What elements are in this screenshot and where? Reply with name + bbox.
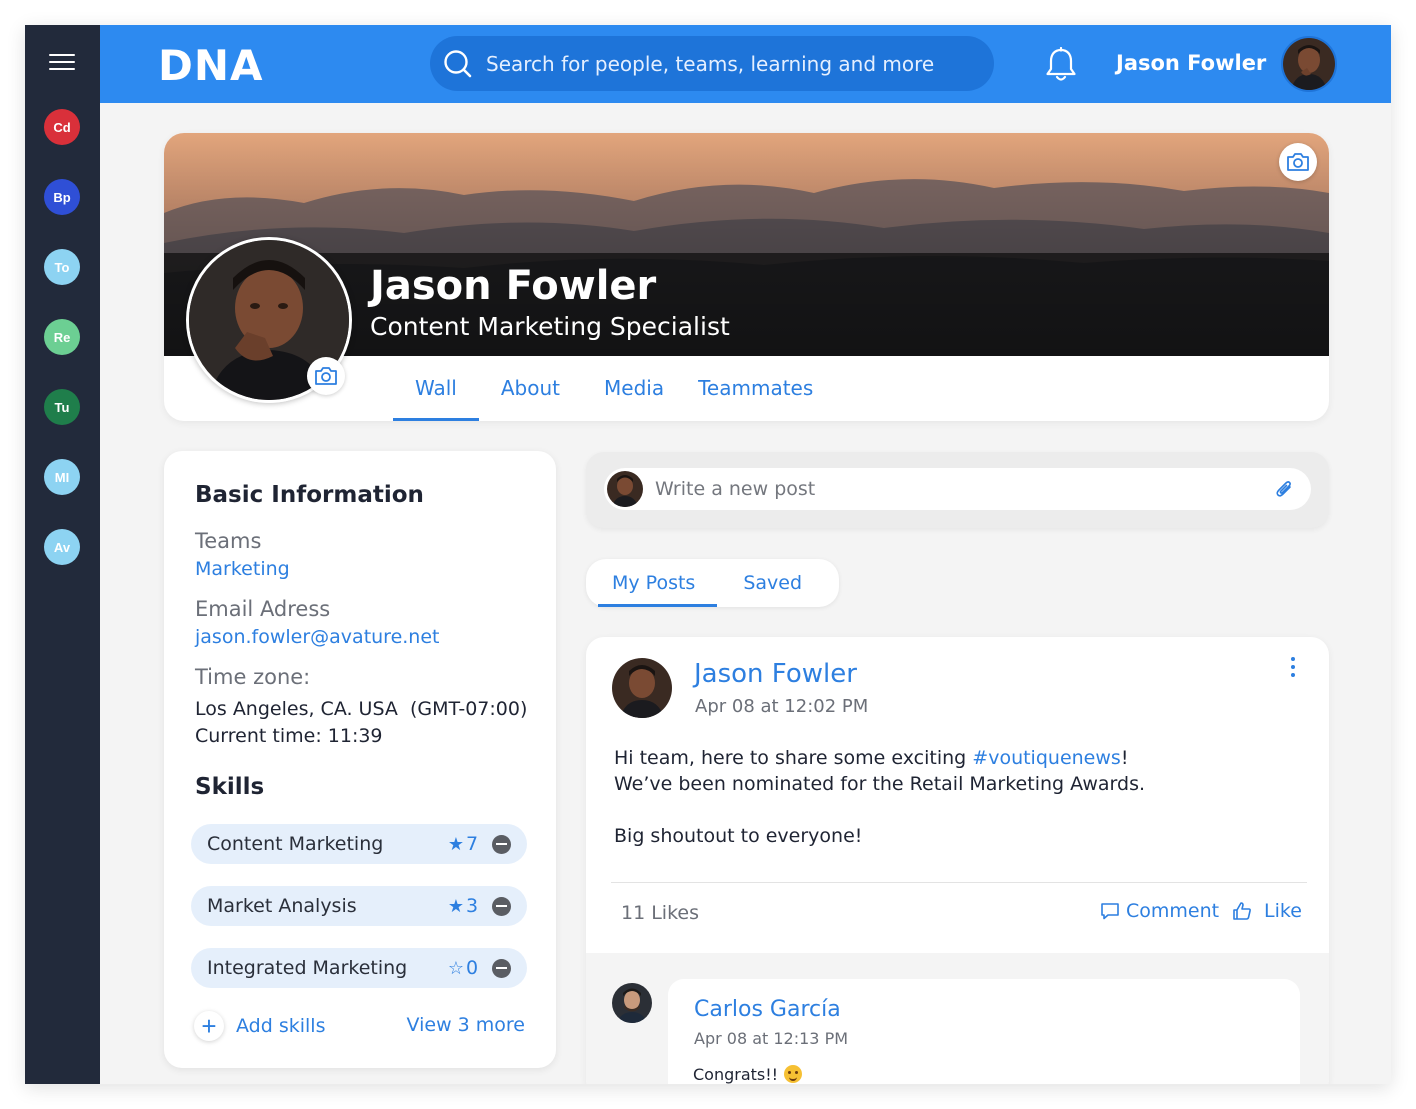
thumbs-up-icon	[1233, 902, 1251, 920]
email-label: Email Adress	[195, 597, 331, 621]
profile-job-title: Content Marketing Specialist	[370, 312, 730, 341]
profile-header-card: Jason Fowler Content Marketing Specialis…	[164, 133, 1329, 421]
post-card: Jason Fowler Apr 08 at 12:02 PM Hi team,…	[586, 637, 1329, 1084]
post-text: We’ve been nominated for the Retail Mark…	[614, 773, 1146, 795]
post-text: !	[1120, 747, 1129, 769]
current-time: Current time: 11:39	[195, 725, 383, 747]
basic-info-heading: Basic Information	[195, 482, 424, 508]
skill-name: Market Analysis	[207, 895, 357, 917]
profile-name: Jason Fowler	[370, 263, 657, 309]
user-photo-icon	[612, 983, 652, 1023]
view-more-skills-link[interactable]: View 3 more	[407, 1014, 525, 1036]
change-cover-camera-icon[interactable]	[1279, 143, 1317, 181]
comment-icon	[1101, 903, 1119, 920]
menu-icon[interactable]	[49, 52, 75, 72]
change-photo-camera-icon[interactable]	[307, 357, 345, 395]
left-rail: Cd Bp To Re Tu MI Av	[25, 25, 100, 1084]
post-body: Hi team, here to share some exciting #vo…	[614, 745, 1294, 849]
post-options-icon[interactable]	[1287, 657, 1299, 679]
like-button[interactable]: Like	[1232, 900, 1302, 922]
post-timestamp: Apr 08 at 12:02 PM	[695, 696, 869, 717]
comment-button[interactable]: Comment	[1100, 900, 1219, 922]
like-label: Like	[1264, 900, 1302, 922]
skill-endorsement-count: 7	[466, 833, 479, 855]
remove-skill-icon[interactable]	[492, 834, 511, 854]
email-link[interactable]: jason.fowler@avature.net	[195, 626, 440, 648]
timezone-label: Time zone:	[195, 665, 311, 689]
search-input[interactable]: Search for people, teams, learning and m…	[430, 36, 994, 91]
star-filled-icon[interactable]: ★	[446, 896, 466, 917]
user-photo-icon	[607, 471, 643, 507]
skill-chip[interactable]: Integrated Marketing ☆ 0	[191, 948, 527, 988]
post-tabs: My Posts Saved	[586, 559, 839, 607]
hashtag-link[interactable]: #voutiquenews	[972, 747, 1121, 769]
likes-count[interactable]: 11 Likes	[621, 902, 699, 924]
remove-skill-icon[interactable]	[492, 958, 511, 978]
search-icon	[444, 50, 472, 78]
top-bar: DNA Search for people, teams, learning a…	[100, 25, 1391, 103]
rail-item-mi[interactable]: MI	[44, 459, 80, 495]
comment-bubble: Carlos García Apr 08 at 12:13 PM Congrat…	[668, 979, 1300, 1084]
current-user-avatar[interactable]	[1281, 36, 1337, 92]
tab-media[interactable]: Media	[582, 356, 686, 421]
skill-chip[interactable]: Market Analysis ★ 3	[191, 886, 527, 926]
current-user-name[interactable]: Jason Fowler	[1116, 51, 1266, 75]
tab-teammates[interactable]: Teammates	[686, 356, 835, 421]
comment-author-avatar[interactable]	[612, 983, 652, 1023]
teams-label: Teams	[195, 529, 262, 553]
basic-information-card: Basic Information Teams Marketing Email …	[164, 451, 556, 1068]
tab-my-posts[interactable]: My Posts	[590, 559, 718, 607]
post-author-avatar[interactable]	[612, 658, 672, 718]
comment-author-name[interactable]: Carlos García	[694, 997, 841, 1022]
composer-avatar	[607, 471, 643, 507]
skills-heading: Skills	[195, 774, 265, 800]
new-post-placeholder: Write a new post	[655, 478, 816, 500]
teams-link[interactable]: Marketing	[195, 558, 290, 580]
rail-item-to[interactable]: To	[44, 249, 80, 285]
plus-icon: +	[194, 1011, 224, 1041]
star-outline-icon[interactable]: ☆	[446, 958, 466, 979]
new-post-card: Write a new post	[586, 452, 1329, 528]
tab-wall[interactable]: Wall	[393, 356, 479, 421]
add-skills-label: Add skills	[236, 1015, 326, 1037]
comment-label: Comment	[1126, 900, 1220, 922]
profile-tabs: Wall About Media Teammates	[393, 356, 835, 421]
comment-timestamp: Apr 08 at 12:13 PM	[694, 1029, 849, 1048]
app-window: Cd Bp To Re Tu MI Av DNA Search for peop…	[25, 25, 1391, 1084]
rail-item-bp[interactable]: Bp	[44, 179, 80, 215]
tab-saved[interactable]: Saved	[717, 559, 824, 607]
timezone-value: Los Angeles, CA. USA (GMT-07:00)	[195, 698, 528, 720]
comment-text: Congrats!!	[693, 1065, 803, 1084]
skill-chip[interactable]: Content Marketing ★ 7	[191, 824, 527, 864]
rail-item-av[interactable]: Av	[44, 529, 80, 565]
post-author-name[interactable]: Jason Fowler	[694, 659, 857, 689]
comments-section: Carlos García Apr 08 at 12:13 PM Congrat…	[586, 953, 1329, 1084]
post-text: Hi team, here to share some exciting	[614, 747, 973, 769]
user-photo-icon	[1283, 38, 1335, 90]
tab-about[interactable]: About	[479, 356, 582, 421]
divider	[611, 882, 1307, 883]
search-placeholder: Search for people, teams, learning and m…	[486, 51, 935, 76]
new-post-input[interactable]: Write a new post	[604, 468, 1311, 510]
notifications-bell-icon[interactable]	[1044, 47, 1078, 83]
comment-text-value: Congrats!!	[693, 1065, 779, 1084]
rail-item-tu[interactable]: Tu	[44, 389, 80, 425]
party-face-emoji-icon	[784, 1065, 803, 1083]
rail-item-cd[interactable]: Cd	[44, 109, 80, 145]
add-skills-button[interactable]: + Add skills	[194, 1011, 325, 1041]
skill-name: Integrated Marketing	[207, 957, 408, 979]
remove-skill-icon[interactable]	[492, 896, 511, 916]
post-text: Big shoutout to everyone!	[614, 825, 863, 847]
star-filled-icon[interactable]: ★	[446, 834, 466, 855]
app-logo[interactable]: DNA	[158, 41, 264, 90]
skill-endorsement-count: 0	[466, 957, 479, 979]
attach-paperclip-icon[interactable]	[1273, 478, 1295, 500]
skill-name: Content Marketing	[207, 833, 384, 855]
rail-item-re[interactable]: Re	[44, 319, 80, 355]
user-photo-icon	[612, 658, 672, 718]
skill-endorsement-count: 3	[466, 895, 479, 917]
